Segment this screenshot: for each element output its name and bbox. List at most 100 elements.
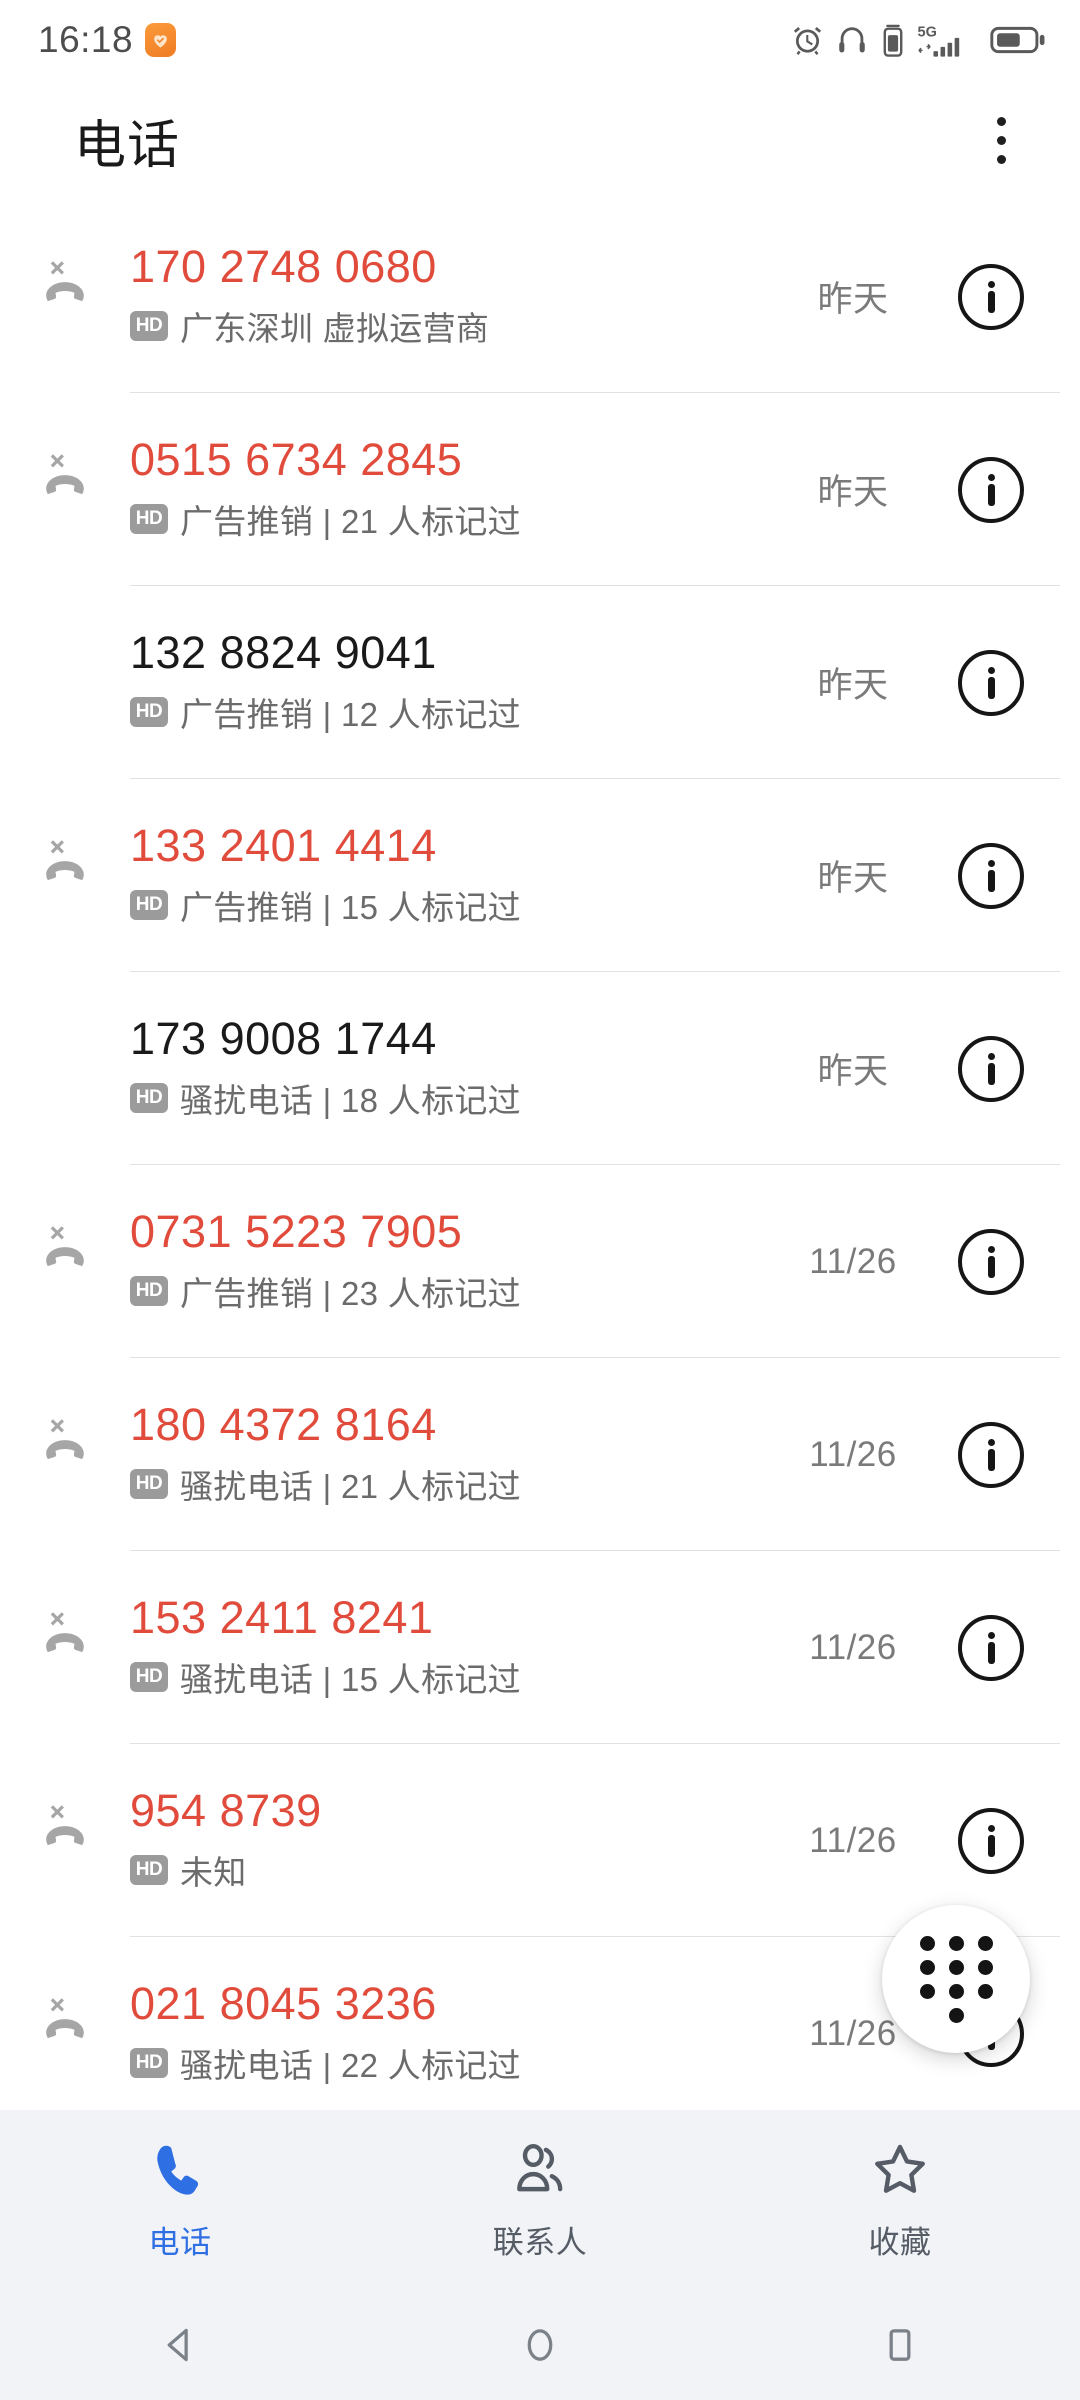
- dialpad-row: [919, 1959, 993, 1975]
- call-phone-number: 021 8045 3236: [130, 1977, 437, 2029]
- hd-badge: HD: [130, 1854, 168, 1885]
- call-tag-label: 未知: [180, 1853, 247, 1891]
- call-tag-label: 广告推销 | 15 人标记过: [180, 888, 521, 926]
- call-tag-label: 广告推销 | 21 人标记过: [180, 502, 521, 540]
- call-date: 11/26: [809, 1241, 897, 1281]
- call-details-info-icon[interactable]: [958, 263, 1024, 330]
- call-row-subtitle: HD 广告推销 | 12 人标记过: [130, 688, 758, 736]
- call-row-subtitle: HD 广东深圳 虚拟运营商: [130, 302, 758, 350]
- call-tag-label: 广告推销 | 23 人标记过: [180, 1274, 521, 1312]
- call-details-info-icon[interactable]: [958, 1035, 1024, 1102]
- call-row-subtitle: HD 骚扰电话 | 22 人标记过: [130, 2039, 758, 2087]
- call-details-info-icon[interactable]: [958, 649, 1024, 716]
- back-icon[interactable]: [0, 2322, 360, 2368]
- call-phone-number: 173 9008 1744: [130, 1012, 437, 1064]
- tab-favorites-label: 收藏: [868, 2224, 932, 2260]
- call-row-subtitle: HD 未知: [130, 1846, 758, 1894]
- call-details-info-icon[interactable]: [958, 1614, 1024, 1681]
- call-tag-label: 骚扰电话 | 22 人标记过: [180, 2046, 521, 2084]
- call-row-main: 180 4372 8164 HD 骚扰电话 | 21 人标记过: [130, 1402, 758, 1508]
- status-bar: 16:18 5G: [0, 0, 1080, 80]
- call-type-placeholder: [0, 972, 130, 1165]
- missed-call-icon: [0, 1165, 130, 1358]
- hd-badge: HD: [130, 1468, 168, 1499]
- missed-call-icon: [0, 1551, 130, 1744]
- call-row-subtitle: HD 广告推销 | 15 人标记过: [130, 881, 758, 929]
- alarm-icon: [791, 24, 824, 57]
- call-phone-number: 170 2748 0680: [130, 240, 437, 292]
- call-details-info-icon[interactable]: [958, 842, 1024, 909]
- tab-phone-label: 电话: [148, 2224, 212, 2260]
- call-log-row[interactable]: 0731 5223 7905 HD 广告推销 | 23 人标记过 11/26: [0, 1165, 1080, 1358]
- call-phone-number: 133 2401 4414: [130, 819, 437, 871]
- overflow-menu-icon[interactable]: [979, 103, 1024, 178]
- call-phone-number: 954 8739: [130, 1784, 322, 1836]
- vibrate-icon: [880, 23, 906, 57]
- missed-call-icon: [0, 779, 130, 972]
- call-details-info-icon[interactable]: [958, 1807, 1024, 1874]
- contacts-icon: [509, 2139, 571, 2201]
- hd-badge: HD: [130, 2047, 168, 2078]
- system-navigation-bar: [0, 2290, 1080, 2400]
- app-bar: 电话: [0, 80, 1080, 200]
- call-row-subtitle: HD 骚扰电话 | 21 人标记过: [130, 1460, 758, 1508]
- missed-call-icon: [0, 393, 130, 586]
- call-type-placeholder: [0, 586, 130, 779]
- call-phone-number: 0515 6734 2845: [130, 433, 463, 485]
- call-row-main: 0731 5223 7905 HD 广告推销 | 23 人标记过: [130, 1209, 758, 1315]
- call-row-main: 133 2401 4414 HD 广告推销 | 15 人标记过: [130, 823, 758, 929]
- overflow-dot: [997, 135, 1006, 145]
- home-icon[interactable]: [360, 2322, 720, 2368]
- dialpad-fab-button[interactable]: [882, 1905, 1030, 2053]
- hd-badge: HD: [130, 1082, 168, 1113]
- hd-badge: HD: [130, 889, 168, 920]
- tab-contacts[interactable]: 联系人: [360, 2139, 720, 2262]
- call-phone-number: 180 4372 8164: [130, 1398, 437, 1450]
- call-details-info-icon[interactable]: [958, 1228, 1024, 1295]
- hd-badge: HD: [130, 310, 168, 341]
- call-phone-number: 0731 5223 7905: [130, 1205, 463, 1257]
- call-details-info-icon[interactable]: [958, 456, 1024, 523]
- call-date: 11/26: [809, 1434, 897, 1474]
- call-date: 11/26: [809, 1627, 897, 1667]
- tab-phone[interactable]: 电话: [0, 2139, 360, 2262]
- status-bar-left: 16:18: [38, 19, 177, 61]
- hd-badge: HD: [130, 1661, 168, 1692]
- call-row-main: 954 8739 HD 未知: [130, 1788, 758, 1894]
- call-date: 昨天: [817, 280, 889, 319]
- call-tag-label: 骚扰电话 | 18 人标记过: [180, 1081, 521, 1119]
- call-log-list[interactable]: 170 2748 0680 HD 广东深圳 虚拟运营商 昨天 0515 6734 284…: [0, 200, 1080, 2130]
- bottom-tab-bar: 电话 联系人 收藏: [0, 2110, 1080, 2290]
- call-row-main: 153 2411 8241 HD 骚扰电话 | 15 人标记过: [130, 1595, 758, 1701]
- missed-call-icon: [0, 1358, 130, 1551]
- call-row-main: 173 9008 1744 HD 骚扰电话 | 18 人标记过: [130, 1016, 758, 1122]
- dialpad-icon: [919, 1935, 993, 2023]
- call-date: 昨天: [817, 666, 889, 705]
- call-tag-label: 广告推销 | 12 人标记过: [180, 695, 521, 733]
- status-bar-right: 5G: [791, 22, 1046, 58]
- call-log-row[interactable]: 0515 6734 2845 HD 广告推销 | 21 人标记过 昨天: [0, 393, 1080, 586]
- call-log-row[interactable]: 954 8739 HD 未知 11/26: [0, 1744, 1080, 1937]
- tab-favorites[interactable]: 收藏: [720, 2139, 1080, 2262]
- page-title: 电话: [74, 116, 181, 175]
- call-log-row[interactable]: 170 2748 0680 HD 广东深圳 虚拟运营商 昨天: [0, 200, 1080, 393]
- heart-shield-icon: [145, 23, 177, 57]
- call-phone-number: 153 2411 8241: [130, 1591, 434, 1643]
- hd-badge: HD: [130, 1275, 168, 1306]
- call-log-row[interactable]: 173 9008 1744 HD 骚扰电话 | 18 人标记过 昨天: [0, 972, 1080, 1165]
- call-row-subtitle: HD 广告推销 | 21 人标记过: [130, 495, 758, 543]
- call-log-row[interactable]: 180 4372 8164 HD 骚扰电话 | 21 人标记过 11/26: [0, 1358, 1080, 1551]
- call-details-info-icon[interactable]: [958, 1421, 1024, 1488]
- call-log-row[interactable]: 132 8824 9041 HD 广告推销 | 12 人标记过 昨天: [0, 586, 1080, 779]
- status-clock: 16:18: [38, 19, 134, 60]
- call-log-row[interactable]: 153 2411 8241 HD 骚扰电话 | 15 人标记过 11/26: [0, 1551, 1080, 1744]
- overflow-dot: [997, 116, 1006, 126]
- call-log-row[interactable]: 133 2401 4414 HD 广告推销 | 15 人标记过 昨天: [0, 779, 1080, 972]
- call-tag-label: 广东深圳 虚拟运营商: [180, 309, 490, 347]
- phone-icon: [149, 2139, 211, 2201]
- call-row-subtitle: HD 广告推销 | 23 人标记过: [130, 1267, 758, 1315]
- hd-badge: HD: [130, 503, 168, 534]
- phone-screen: 16:18 5G 电话 170 2748 0680 HD 广东深圳 虚拟运营商 …: [0, 0, 1080, 2400]
- hd-badge: HD: [130, 696, 168, 727]
- recents-icon[interactable]: [720, 2322, 1080, 2368]
